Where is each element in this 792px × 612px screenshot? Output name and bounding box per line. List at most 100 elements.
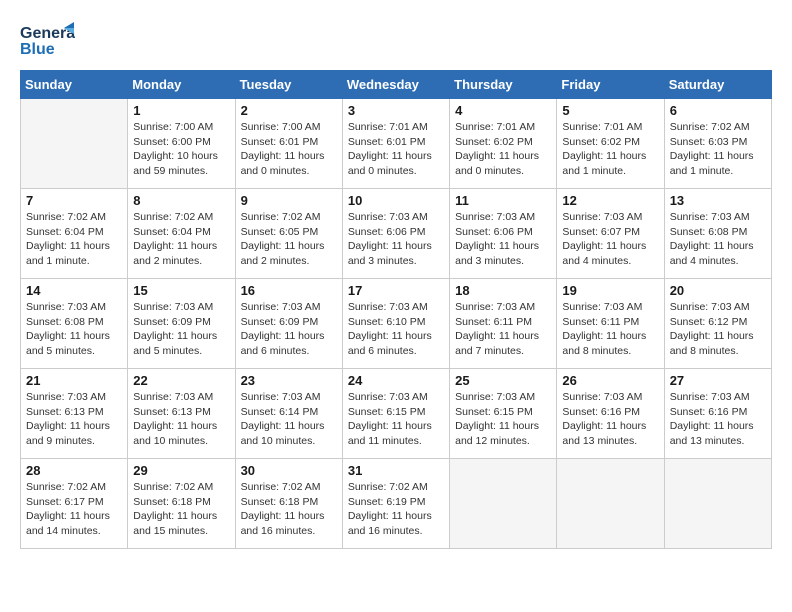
day-info: Sunrise: 7:03 AMSunset: 6:06 PMDaylight:…: [348, 210, 444, 269]
day-info: Sunrise: 7:00 AMSunset: 6:00 PMDaylight:…: [133, 120, 229, 179]
sunset-text: Sunset: 6:08 PM: [670, 225, 766, 240]
day-info: Sunrise: 7:03 AMSunset: 6:15 PMDaylight:…: [348, 390, 444, 449]
day-number: 5: [562, 103, 658, 118]
sunset-text: Sunset: 6:01 PM: [348, 135, 444, 150]
daylight-text: Daylight: 11 hours and 2 minutes.: [241, 239, 337, 268]
day-cell: 8 Sunrise: 7:02 AMSunset: 6:04 PMDaylight…: [128, 189, 235, 279]
week-row-1: 1 Sunrise: 7:00 AMSunset: 6:00 PMDaylight…: [21, 99, 772, 189]
weekday-header-saturday: Saturday: [664, 71, 771, 99]
day-number: 13: [670, 193, 766, 208]
day-cell: 30Sunrise: 7:02 AMSunset: 6:18 PMDayligh…: [235, 459, 342, 549]
daylight-text: Daylight: 11 hours and 1 minute.: [562, 149, 658, 178]
sunset-text: Sunset: 6:19 PM: [348, 495, 444, 510]
sunrise-text: Sunrise: 7:02 AM: [133, 210, 229, 225]
sunset-text: Sunset: 6:02 PM: [562, 135, 658, 150]
daylight-text: Daylight: 11 hours and 13 minutes.: [562, 419, 658, 448]
sunrise-text: Sunrise: 7:03 AM: [670, 300, 766, 315]
week-row-4: 21Sunrise: 7:03 AMSunset: 6:13 PMDayligh…: [21, 369, 772, 459]
sunrise-text: Sunrise: 7:03 AM: [455, 390, 551, 405]
day-info: Sunrise: 7:03 AMSunset: 6:09 PMDaylight:…: [133, 300, 229, 359]
day-info: Sunrise: 7:03 AMSunset: 6:15 PMDaylight:…: [455, 390, 551, 449]
daylight-text: Daylight: 11 hours and 6 minutes.: [348, 329, 444, 358]
daylight-text: Daylight: 11 hours and 10 minutes.: [133, 419, 229, 448]
day-cell: 14Sunrise: 7:03 AMSunset: 6:08 PMDayligh…: [21, 279, 128, 369]
daylight-text: Daylight: 11 hours and 12 minutes.: [455, 419, 551, 448]
day-cell: 26Sunrise: 7:03 AMSunset: 6:16 PMDayligh…: [557, 369, 664, 459]
day-number: 12: [562, 193, 658, 208]
daylight-text: Daylight: 11 hours and 6 minutes.: [241, 329, 337, 358]
day-cell: 7 Sunrise: 7:02 AMSunset: 6:04 PMDaylight…: [21, 189, 128, 279]
sunrise-text: Sunrise: 7:01 AM: [562, 120, 658, 135]
sunset-text: Sunset: 6:02 PM: [455, 135, 551, 150]
weekday-header-wednesday: Wednesday: [342, 71, 449, 99]
day-cell: 18Sunrise: 7:03 AMSunset: 6:11 PMDayligh…: [450, 279, 557, 369]
sunset-text: Sunset: 6:16 PM: [562, 405, 658, 420]
day-info: Sunrise: 7:00 AMSunset: 6:01 PMDaylight:…: [241, 120, 337, 179]
sunset-text: Sunset: 6:12 PM: [670, 315, 766, 330]
day-number: 1: [133, 103, 229, 118]
sunset-text: Sunset: 6:13 PM: [26, 405, 122, 420]
day-cell: 11Sunrise: 7:03 AMSunset: 6:06 PMDayligh…: [450, 189, 557, 279]
day-cell: 28Sunrise: 7:02 AMSunset: 6:17 PMDayligh…: [21, 459, 128, 549]
sunset-text: Sunset: 6:09 PM: [133, 315, 229, 330]
weekday-header-row: SundayMondayTuesdayWednesdayThursdayFrid…: [21, 71, 772, 99]
daylight-text: Daylight: 11 hours and 4 minutes.: [670, 239, 766, 268]
daylight-text: Daylight: 11 hours and 5 minutes.: [133, 329, 229, 358]
sunrise-text: Sunrise: 7:03 AM: [133, 390, 229, 405]
daylight-text: Daylight: 11 hours and 16 minutes.: [241, 509, 337, 538]
day-cell: [664, 459, 771, 549]
daylight-text: Daylight: 11 hours and 16 minutes.: [348, 509, 444, 538]
sunrise-text: Sunrise: 7:02 AM: [26, 480, 122, 495]
day-info: Sunrise: 7:03 AMSunset: 6:10 PMDaylight:…: [348, 300, 444, 359]
sunset-text: Sunset: 6:11 PM: [455, 315, 551, 330]
sunrise-text: Sunrise: 7:03 AM: [241, 300, 337, 315]
day-number: 11: [455, 193, 551, 208]
day-cell: 12 Sunrise: 7:03 AMSunset: 6:07 PMDayligh…: [557, 189, 664, 279]
day-number: 8: [133, 193, 229, 208]
day-number: 6: [670, 103, 766, 118]
day-info: Sunrise: 7:02 AMSunset: 6:03 PMDaylight:…: [670, 120, 766, 179]
day-cell: 20Sunrise: 7:03 AMSunset: 6:12 PMDayligh…: [664, 279, 771, 369]
day-info: Sunrise: 7:03 AMSunset: 6:13 PMDaylight:…: [26, 390, 122, 449]
day-number: 7: [26, 193, 122, 208]
weekday-header-friday: Friday: [557, 71, 664, 99]
day-cell: 25Sunrise: 7:03 AMSunset: 6:15 PMDayligh…: [450, 369, 557, 459]
daylight-text: Daylight: 11 hours and 0 minutes.: [455, 149, 551, 178]
daylight-text: Daylight: 11 hours and 1 minute.: [26, 239, 122, 268]
day-number: 31: [348, 463, 444, 478]
day-info: Sunrise: 7:02 AMSunset: 6:04 PMDaylight:…: [26, 210, 122, 269]
sunset-text: Sunset: 6:18 PM: [133, 495, 229, 510]
sunset-text: Sunset: 6:08 PM: [26, 315, 122, 330]
day-cell: 9Sunrise: 7:02 AMSunset: 6:05 PMDaylight…: [235, 189, 342, 279]
logo: General Blue: [20, 20, 75, 60]
day-cell: 31 Sunrise: 7:02 AMSunset: 6:19 PMDayligh…: [342, 459, 449, 549]
day-number: 3: [348, 103, 444, 118]
weekday-header-sunday: Sunday: [21, 71, 128, 99]
daylight-text: Daylight: 10 hours and 59 minutes.: [133, 149, 229, 178]
daylight-text: Daylight: 11 hours and 4 minutes.: [562, 239, 658, 268]
day-cell: 23Sunrise: 7:03 AMSunset: 6:14 PMDayligh…: [235, 369, 342, 459]
weekday-header-tuesday: Tuesday: [235, 71, 342, 99]
sunset-text: Sunset: 6:05 PM: [241, 225, 337, 240]
day-cell: [557, 459, 664, 549]
day-info: Sunrise: 7:02 AMSunset: 6:05 PMDaylight:…: [241, 210, 337, 269]
daylight-text: Daylight: 11 hours and 3 minutes.: [348, 239, 444, 268]
sunrise-text: Sunrise: 7:03 AM: [348, 300, 444, 315]
sunset-text: Sunset: 6:00 PM: [133, 135, 229, 150]
sunrise-text: Sunrise: 7:03 AM: [455, 210, 551, 225]
day-info: Sunrise: 7:02 AMSunset: 6:04 PMDaylight:…: [133, 210, 229, 269]
day-cell: [450, 459, 557, 549]
sunrise-text: Sunrise: 7:02 AM: [348, 480, 444, 495]
day-cell: 27Sunrise: 7:03 AMSunset: 6:16 PMDayligh…: [664, 369, 771, 459]
day-info: Sunrise: 7:02 AMSunset: 6:17 PMDaylight:…: [26, 480, 122, 539]
day-cell: 16Sunrise: 7:03 AMSunset: 6:09 PMDayligh…: [235, 279, 342, 369]
sunrise-text: Sunrise: 7:03 AM: [562, 210, 658, 225]
daylight-text: Daylight: 11 hours and 7 minutes.: [455, 329, 551, 358]
day-cell: 29Sunrise: 7:02 AMSunset: 6:18 PMDayligh…: [128, 459, 235, 549]
sunset-text: Sunset: 6:06 PM: [348, 225, 444, 240]
sunset-text: Sunset: 6:13 PM: [133, 405, 229, 420]
week-row-2: 7 Sunrise: 7:02 AMSunset: 6:04 PMDaylight…: [21, 189, 772, 279]
day-info: Sunrise: 7:03 AMSunset: 6:07 PMDaylight:…: [562, 210, 658, 269]
week-row-3: 14Sunrise: 7:03 AMSunset: 6:08 PMDayligh…: [21, 279, 772, 369]
day-number: 21: [26, 373, 122, 388]
